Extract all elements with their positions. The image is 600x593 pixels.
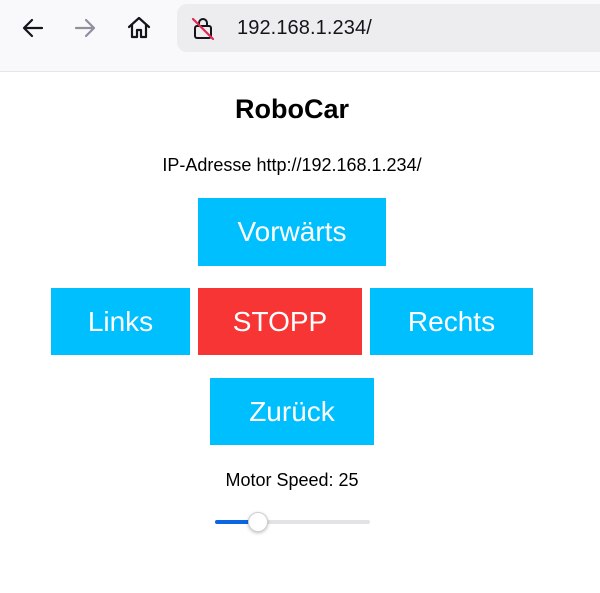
left-button[interactable]: Links <box>51 288 190 355</box>
home-icon <box>127 16 151 39</box>
motor-speed-slider[interactable] <box>215 510 370 534</box>
back-button[interactable] <box>15 10 51 46</box>
forward-button-control[interactable]: Vorwärts <box>198 198 386 266</box>
page-title: RoboCar <box>235 94 349 124</box>
stop-button[interactable]: STOPP <box>198 288 362 355</box>
backward-button[interactable]: Zurück <box>210 378 374 445</box>
browser-toolbar: 192.168.1.234/ <box>0 0 600 72</box>
insecure-lock-icon[interactable] <box>191 16 215 40</box>
motor-speed-label: Motor Speed: 25 <box>225 470 359 490</box>
forward-button[interactable] <box>67 10 103 46</box>
ip-address-text: IP-Adresse http://192.168.1.234/ <box>162 155 422 175</box>
address-bar[interactable]: 192.168.1.234/ <box>177 4 600 52</box>
right-button[interactable]: Rechts <box>370 288 533 355</box>
forward-arrow-icon <box>74 18 96 38</box>
back-arrow-icon <box>22 18 44 38</box>
home-button[interactable] <box>121 10 157 46</box>
slider-thumb[interactable] <box>248 512 268 532</box>
url-text[interactable]: 192.168.1.234/ <box>237 17 372 40</box>
